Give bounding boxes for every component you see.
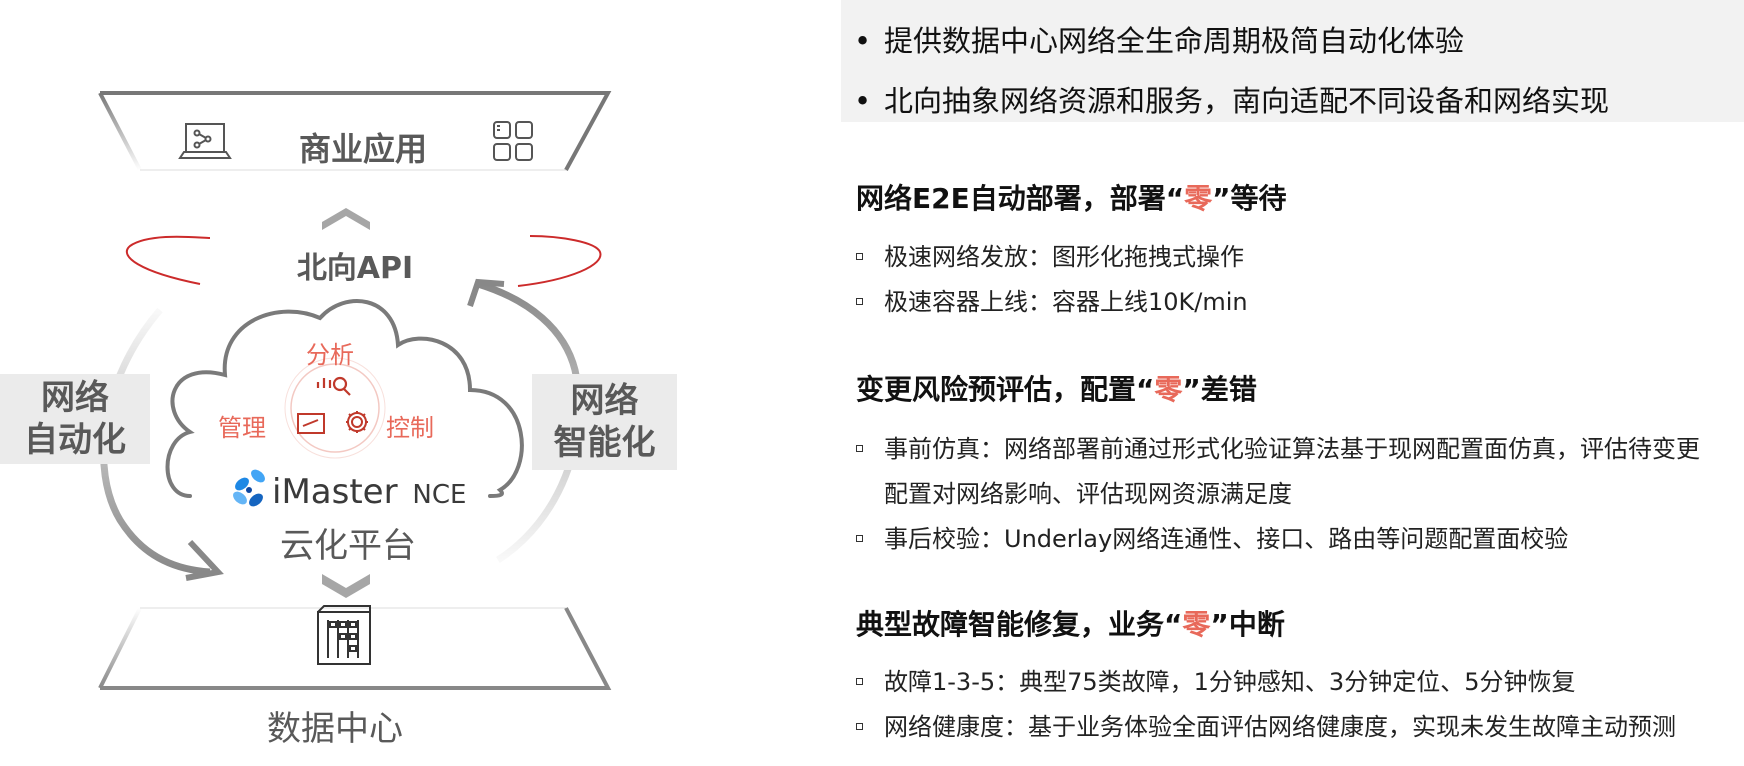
analysis-label: 分析 [306, 341, 354, 369]
summary-bullet: • 提供数据中心网络全生命周期极简自动化体验 [854, 24, 1465, 58]
analysis-icon [316, 376, 351, 396]
network-automation-line2: 自动化 [24, 420, 126, 460]
datacenter-layer [98, 607, 612, 690]
network-automation-line1: 网络 [41, 378, 109, 418]
summary-bullet-text: 提供数据中心网络全生命周期极简自动化体验 [884, 24, 1465, 58]
network-intelligence-label: 网络 智能化 [532, 374, 677, 470]
manage-icon [297, 413, 325, 434]
heading-text: 典型故障智能修复，业务“ [856, 608, 1183, 641]
list-item: 故障1-3-5：典型75类故障，1分钟感知、3分钟定位、5分钟恢复 [856, 660, 1712, 705]
heading-text: 变更风险预评估，配置“ [856, 373, 1155, 406]
business-app-label: 商业应用 [299, 130, 427, 168]
heading-text: ”等待 [1212, 182, 1287, 215]
heading-text: ”差错 [1182, 373, 1257, 406]
laptop-icon [178, 123, 232, 159]
list-item-text: 事后校验：Underlay网络连通性、接口、路由等问题配置面校验 [884, 525, 1569, 553]
summary-bullet: • 北向抽象网络资源和服务，南向适配不同设备和网络实现 [854, 84, 1610, 118]
gear-icon [346, 411, 368, 433]
zero-highlight: 零 [1184, 182, 1213, 215]
app-grid-icon [493, 121, 533, 161]
zero-highlight: 零 [1182, 608, 1211, 641]
network-intelligence-line2: 智能化 [553, 423, 656, 463]
square-bullet-icon [856, 298, 863, 305]
list-item: 事后校验：Underlay网络连通性、接口、路由等问题配置面校验 [856, 517, 1712, 562]
chevron-up-icon [322, 208, 370, 230]
server-rack-icon [317, 605, 371, 665]
square-bullet-icon [856, 253, 863, 260]
list-item-text: 网络健康度：基于业务体验全面评估网络健康度，实现未发生故障主动预测 [884, 713, 1676, 741]
cloud-shape [165, 299, 524, 498]
list-item: 极速容器上线：容器上线10K/min [856, 280, 1712, 325]
list-item-text: 极速网络发放：图形化拖拽式操作 [884, 243, 1244, 271]
heading-text: ”中断 [1210, 608, 1285, 641]
manage-label: 管理 [218, 414, 266, 442]
product-name: iMaster NCE [272, 472, 466, 512]
square-bullet-icon [856, 723, 863, 730]
api-label: 北向API [297, 251, 413, 286]
summary-bullet-text: 北向抽象网络资源和服务，南向适配不同设备和网络实现 [884, 84, 1610, 118]
list-item-text: 事前仿真：网络部署前通过形式化验证算法基于现网配置面仿真，评估待变更配置对网络影… [884, 435, 1700, 508]
list-item: 网络健康度：基于业务体验全面评估网络健康度，实现未发生故障主动预测 [856, 705, 1712, 750]
datacenter-label: 数据中心 [267, 709, 403, 749]
square-bullet-icon [856, 535, 863, 542]
list-item-text: 极速容器上线：容器上线10K/min [884, 288, 1248, 316]
heading-text: 网络E2E自动部署，部署“ [856, 182, 1185, 215]
imaster-logo-icon [233, 469, 265, 507]
section-heading: 变更风险预评估，配置“零”差错 [856, 368, 1257, 408]
platform-label: 云化平台 [280, 526, 416, 566]
list-item: 事前仿真：网络部署前通过形式化验证算法基于现网配置面仿真，评估待变更配置对网络影… [856, 427, 1712, 517]
list-item-text: 故障1-3-5：典型75类故障，1分钟感知、3分钟定位、5分钟恢复 [884, 668, 1576, 696]
control-label: 控制 [386, 414, 434, 442]
network-intelligence-line1: 网络 [570, 381, 639, 421]
section-heading: 网络E2E自动部署，部署“零”等待 [856, 177, 1287, 217]
square-bullet-icon [856, 445, 863, 452]
chevron-down-icon [322, 574, 370, 598]
square-bullet-icon [856, 678, 863, 685]
network-automation-label: 网络 自动化 [0, 374, 150, 464]
function-circle [290, 363, 380, 453]
section-heading: 典型故障智能修复，业务“零”中断 [856, 603, 1285, 643]
list-item: 极速网络发放：图形化拖拽式操作 [856, 235, 1712, 280]
zero-highlight: 零 [1154, 373, 1183, 406]
